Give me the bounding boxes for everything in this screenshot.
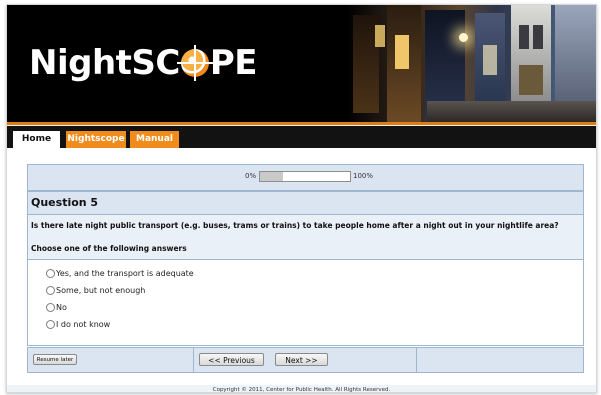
question-help-row: Choose one of the following answers: [28, 239, 583, 260]
tab-manual[interactable]: Manual: [130, 131, 179, 148]
page-frame: NightSC PE Home Nightscope Manual 0% 100…: [6, 4, 597, 393]
nightscope-logo: NightSC PE: [29, 43, 258, 83]
progress-row: 0% 100%: [27, 164, 584, 191]
question-panel: Question 5 Is there late night public tr…: [27, 191, 584, 346]
answer-label[interactable]: Yes, and the transport is adequate: [56, 269, 194, 278]
radio-button[interactable]: [46, 320, 55, 329]
tab-home[interactable]: Home: [13, 131, 60, 148]
progress-bar-fill: [260, 172, 283, 181]
progress-end-label: 100%: [353, 172, 374, 180]
answer-label[interactable]: I do not know: [56, 320, 110, 329]
nav-cell-center: << Previous Next >>: [194, 348, 417, 372]
radio-button[interactable]: [46, 286, 55, 295]
next-button[interactable]: Next >>: [275, 353, 328, 366]
question-help: Choose one of the following answers: [31, 244, 187, 253]
question-title: Question 5: [31, 196, 99, 209]
logo-text-end: PE: [209, 43, 258, 83]
copyright-text: Copyright © 2011, Center for Public Heal…: [212, 387, 391, 393]
previous-button[interactable]: << Previous: [199, 353, 264, 366]
resume-later-button[interactable]: Resume later: [33, 354, 77, 365]
tab-bar: Home Nightscope Manual: [7, 126, 596, 148]
street-night-photo: [347, 5, 596, 122]
progress-bar: [259, 171, 351, 182]
survey-content: 0% 100% Question 5 Is there late night p…: [7, 148, 596, 392]
navigation-row: Resume later << Previous Next >>: [27, 347, 584, 373]
question-text-row: Is there late night public transport (e.…: [28, 215, 583, 239]
logo-text-start: NightSC: [29, 43, 180, 83]
tab-nightscope[interactable]: Nightscope: [66, 131, 126, 148]
question-text: Is there late night public transport (e.…: [31, 221, 559, 230]
nav-cell-left: Resume later: [28, 348, 194, 372]
page-footer: Copyright © 2011, Center for Public Heal…: [7, 385, 596, 393]
question-title-bar: Question 5: [28, 192, 583, 215]
progress-start-label: 0%: [245, 172, 257, 180]
radio-button[interactable]: [46, 303, 55, 312]
banner-accent-line: [7, 122, 596, 125]
answer-label[interactable]: No: [56, 303, 67, 312]
header-banner: NightSC PE: [7, 5, 596, 125]
answer-label[interactable]: Some, but not enough: [56, 286, 145, 295]
radio-button[interactable]: [46, 269, 55, 278]
lens-crosshair-icon: [176, 45, 213, 81]
